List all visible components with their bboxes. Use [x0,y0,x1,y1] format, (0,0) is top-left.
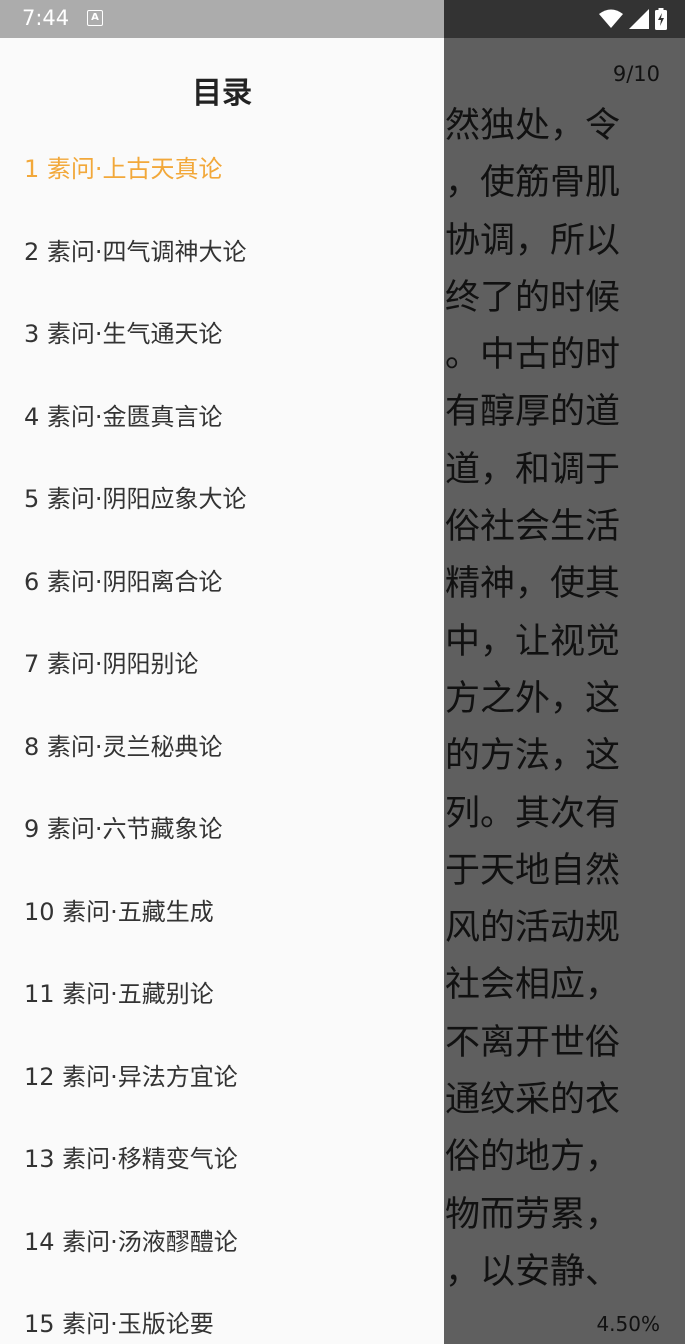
reader-line: 终了的时候 [445,277,621,318]
status-time: 7:44 [22,6,70,30]
toc-item[interactable]: 10 素问·五藏生成 [0,871,444,954]
toc-item[interactable]: 2 素问·四气调神大论 [0,211,444,294]
toc-item-active[interactable]: 1 素问·上古天真论 [0,128,444,211]
reader-line: 道，和调于 [445,449,621,490]
reader-line: 列。其次有 [445,793,621,834]
toc-item[interactable]: 6 素问·阴阳离合论 [0,541,444,624]
reader-line: 协调，所以 [445,220,621,261]
screen: 7:44 A 9/10 然独处，令 ，使筋骨肌 协调，所以 终了的时候 。中古的… [0,0,685,1344]
status-bar: 7:44 A [0,0,685,38]
reader-line: ，以安静、 [445,1251,621,1292]
status-icons [599,7,667,31]
reader-line: 俗的地方， [445,1137,621,1178]
reader-line: 社会相应， [445,965,621,1006]
toc-item[interactable]: 7 素问·阴阳别论 [0,623,444,706]
reader-line: 有醇厚的道 [445,392,621,433]
reader-line: 不离开世俗 [445,1022,621,1063]
reader-line: 。中古的时 [445,335,621,376]
toc-item[interactable]: 11 素问·五藏别论 [0,953,444,1036]
toc-item[interactable]: 9 素问·六节藏象论 [0,788,444,871]
drawer-title: 目录 [192,76,252,111]
toc-item[interactable]: 3 素问·生气通天论 [0,293,444,376]
toc-item[interactable]: 8 素问·灵兰秘典论 [0,706,444,789]
notification-a-icon: A [87,10,103,26]
toc-drawer: 目录 1 素问·上古天真论 2 素问·四气调神大论 3 素问·生气通天论 4 素… [0,38,444,1344]
wifi-icon [599,9,623,28]
reader-line: 方之外，这 [445,678,621,719]
reader-line: 的方法，这 [445,736,621,777]
toc-item[interactable]: 4 素问·金匮真言论 [0,376,444,459]
reader-line: ，使筋骨肌 [445,163,621,204]
toc-list: 1 素问·上古天真论 2 素问·四气调神大论 3 素问·生气通天论 4 素问·金… [0,128,444,1344]
reader-line: 于天地自然 [445,850,621,891]
reader-text: 然独处，令 ，使筋骨肌 协调，所以 终了的时候 。中古的时 有醇厚的道 道，和调… [445,98,685,1301]
toc-item[interactable]: 12 素问·异法方宜论 [0,1036,444,1119]
reader-line: 精神，使其 [445,564,621,605]
reader-line: 俗社会生活 [445,507,621,548]
reader-line: 通纹采的衣 [445,1080,621,1121]
toc-item[interactable]: 5 素问·阴阳应象大论 [0,458,444,541]
toc-item[interactable]: 13 素问·移精变气论 [0,1118,444,1201]
reader-content[interactable]: 9/10 然独处，令 ，使筋骨肌 协调，所以 终了的时候 。中古的时 有醇厚的道… [444,38,685,1344]
toc-item[interactable]: 15 素问·玉版论要 [0,1283,444,1344]
page-indicator: 9/10 [612,62,660,86]
reader-line: 风的活动规 [445,908,621,949]
reading-progress: 4.50% [596,1312,660,1336]
battery-charging-icon [655,8,667,30]
signal-icon [629,9,649,29]
reader-line: 中，让视觉 [445,621,621,662]
toc-item[interactable]: 14 素问·汤液醪醴论 [0,1201,444,1284]
reader-line: 物而劳累， [445,1194,621,1235]
reader-line: 然独处，令 [445,106,621,146]
